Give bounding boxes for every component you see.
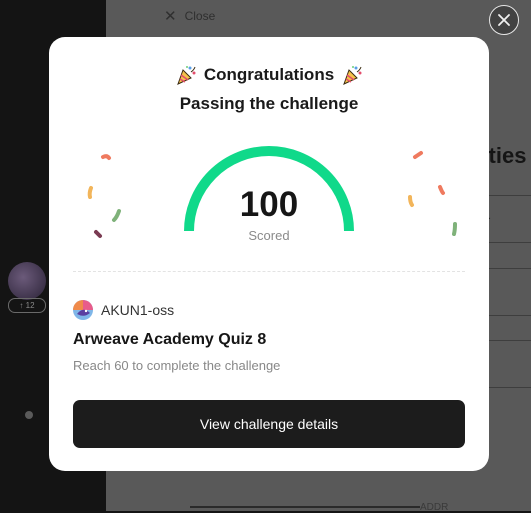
background-dot <box>25 411 33 419</box>
modal-close-button[interactable] <box>489 5 519 35</box>
quiz-description: Reach 60 to complete the challenge <box>73 358 281 373</box>
close-icon <box>498 14 510 26</box>
score-label: Scored <box>248 228 290 243</box>
congratulations-modal: Congratulations Passing the challenge 10… <box>49 37 489 471</box>
background-close-label: Close <box>184 9 216 23</box>
author-name[interactable]: AKUN1-oss <box>101 302 174 318</box>
background-text: ADDR <box>420 502 449 513</box>
score-value: 100 <box>239 185 299 224</box>
background-close-link: ✕ Close <box>164 7 215 25</box>
avatar-icon <box>73 300 93 320</box>
background-count-badge: ↑ 12 <box>8 298 46 313</box>
background-close-icon: ✕ <box>164 8 177 25</box>
background-underline <box>190 506 420 508</box>
author-row: AKUN1-oss <box>73 300 174 320</box>
dashed-divider <box>73 271 465 272</box>
quiz-title: Arweave Academy Quiz 8 <box>73 331 267 348</box>
view-challenge-details-button[interactable]: View challenge details <box>73 400 465 448</box>
background-avatar <box>8 262 46 300</box>
